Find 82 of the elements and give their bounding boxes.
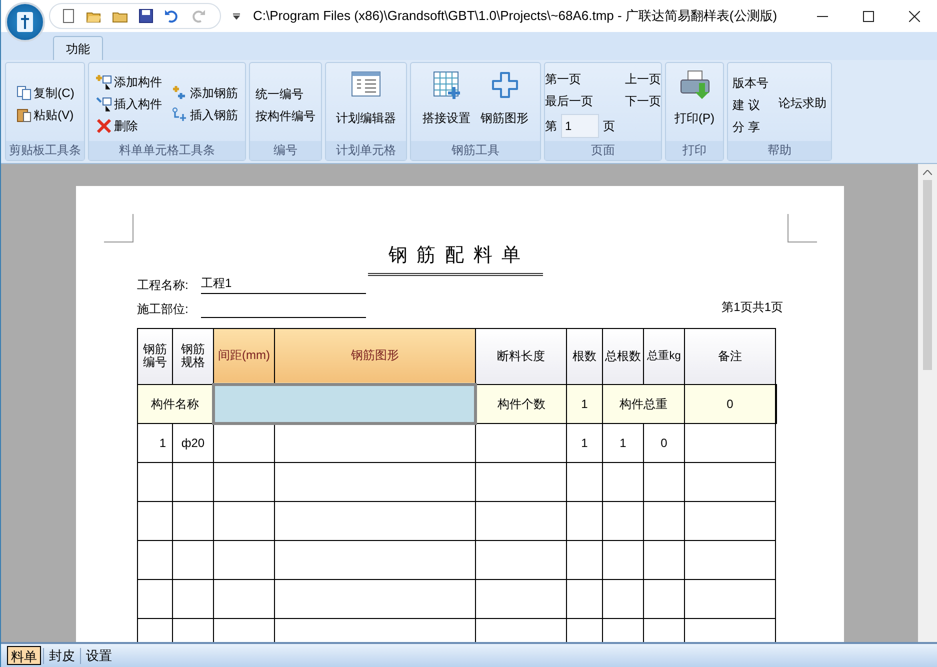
column-header: 钢筋图形 xyxy=(274,328,476,384)
ribbon-tab[interactable]: 功能 xyxy=(53,36,103,60)
grid-settings-icon xyxy=(430,69,462,101)
maximize-icon[interactable] xyxy=(862,10,874,22)
table-cell: 1 xyxy=(566,423,602,462)
document-title: 钢 筋 配 料 单 xyxy=(368,242,543,276)
toolbar-button[interactable]: 粘贴(V) xyxy=(16,106,74,124)
toolbar-button[interactable]: 建 议 xyxy=(732,96,768,112)
new-document-icon[interactable] xyxy=(60,8,76,24)
table-cell: ф20 xyxy=(172,423,214,462)
toolbar-button[interactable]: 插入钢筋 xyxy=(172,106,238,124)
crop-mark-icon xyxy=(104,214,134,243)
table-cell: 构件个数 xyxy=(476,384,566,423)
toolbar-button[interactable]: 搭接设置 xyxy=(422,69,470,127)
page-info: 第1页共1页 xyxy=(722,298,783,316)
toolbar-button[interactable]: 计划编辑器 xyxy=(336,69,396,127)
close-icon[interactable] xyxy=(908,10,920,22)
paste-icon xyxy=(16,107,32,123)
toolbar-button[interactable]: 钢筋图形 xyxy=(480,69,528,127)
column-header: 总重kg xyxy=(644,328,684,384)
field-label: 施工部位: xyxy=(137,300,190,318)
toolbar-button[interactable]: 下一页 xyxy=(625,92,661,109)
toolbar-button[interactable]: 论坛求助 xyxy=(778,94,826,111)
group-label: 钢筋工具 xyxy=(411,141,540,160)
column-header: 总根数 xyxy=(602,328,644,384)
group-label: 帮助 xyxy=(728,141,831,160)
field-label: 工程名称: xyxy=(137,276,190,294)
window-title: C:\Program Files (x86)\Grandsoft\GBT\1.0\Projects\~68A6.tmp - 广联达简易翻样表(公测版) xyxy=(253,7,778,26)
delete-icon xyxy=(96,118,112,134)
sheet-tab[interactable]: 料单 xyxy=(7,646,41,665)
column-header: 间距(mm) xyxy=(214,328,274,384)
undo-icon[interactable] xyxy=(164,8,180,24)
vertical-scrollbar[interactable] xyxy=(918,164,937,642)
toolbar-button[interactable]: 版本号 xyxy=(732,74,768,90)
copy-icon xyxy=(16,85,32,101)
group-label: 剪贴板工具条 xyxy=(6,141,84,160)
table-cell: 1 xyxy=(566,384,602,423)
table-cell: 0 xyxy=(684,384,776,423)
table-cell: 1 xyxy=(602,423,644,462)
table-cell: 构件总重 xyxy=(602,384,684,423)
sheet-tab[interactable]: 设置 xyxy=(83,646,115,665)
column-header: 钢筋编号 xyxy=(138,328,172,384)
component-name-field[interactable] xyxy=(214,384,476,423)
group-label: 页面 xyxy=(545,141,661,160)
table-cell: 0 xyxy=(644,423,684,462)
toolbar-button[interactable]: 复制(C) xyxy=(16,84,74,102)
customize-dropdown-icon[interactable] xyxy=(233,12,240,20)
toolbar-button[interactable]: 第一页 xyxy=(545,70,615,87)
group-label: 计划单元格 xyxy=(326,141,406,160)
column-header: 钢筋规格 xyxy=(172,328,214,384)
group-label: 打印 xyxy=(666,141,723,160)
insert-rebar-icon xyxy=(172,107,188,123)
toolbar-button[interactable]: 添加钢筋 xyxy=(172,84,238,102)
page-label: 第 xyxy=(545,118,557,135)
toolbar-button[interactable]: 分 享 xyxy=(732,118,768,134)
scrollbar-thumb[interactable] xyxy=(923,180,932,370)
toolbar-button[interactable]: 上一页 xyxy=(625,70,661,87)
toolbar-button[interactable]: 打印(P) xyxy=(674,69,714,127)
app-logo-icon[interactable] xyxy=(5,2,45,42)
scroll-up-icon[interactable] xyxy=(923,170,932,175)
page-label: 页 xyxy=(603,118,615,135)
column-header: 根数 xyxy=(566,328,602,384)
add-rebar-icon xyxy=(172,85,188,101)
crop-mark-icon xyxy=(787,214,817,243)
printer-icon xyxy=(678,69,710,101)
toolbar-button[interactable]: 最后一页 xyxy=(545,92,615,109)
fill-in-line[interactable]: 工程1 xyxy=(201,274,366,294)
toolbar-button[interactable]: 添加构件 xyxy=(96,74,162,90)
column-header: 备注 xyxy=(684,328,776,384)
toolbar-button[interactable]: 插入构件 xyxy=(96,96,162,112)
group-label: 料单单元格工具条 xyxy=(89,141,245,160)
page-number-field[interactable]: 1 xyxy=(561,114,599,138)
column-header: 断料长度 xyxy=(476,328,566,384)
sheet-tab[interactable]: 封皮 xyxy=(46,646,78,665)
group-label: 编号 xyxy=(250,141,321,160)
insert-component-icon xyxy=(96,96,112,112)
toolbar-button[interactable]: 按构件编号 xyxy=(256,106,316,124)
table-cell: 1 xyxy=(138,423,172,462)
toolbar-button[interactable]: 删除 xyxy=(96,118,162,134)
toolbar-button[interactable]: 统一编号 xyxy=(256,84,316,102)
add-component-icon xyxy=(96,74,112,90)
save-icon[interactable] xyxy=(138,8,154,24)
